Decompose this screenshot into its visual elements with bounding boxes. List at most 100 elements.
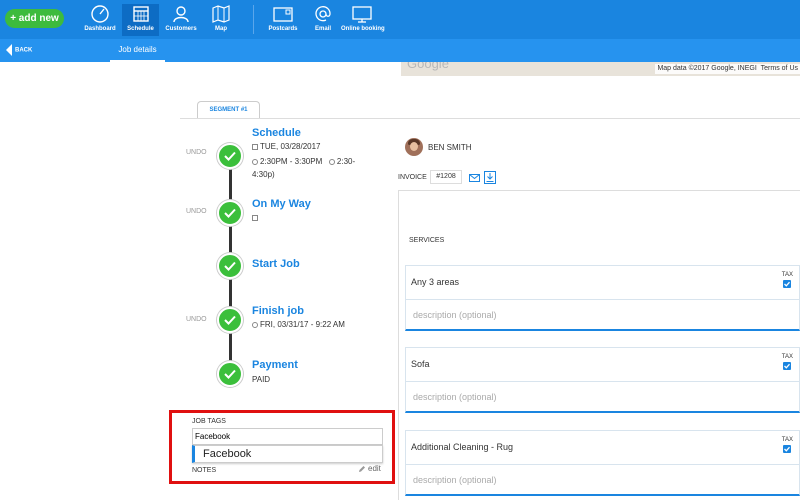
calendar-icon	[132, 6, 149, 22]
google-logo: Google	[407, 62, 449, 71]
technician-avatar	[405, 138, 423, 156]
back-button[interactable]: BACK	[6, 44, 32, 58]
check-icon	[784, 446, 791, 452]
monitor-icon	[352, 6, 372, 23]
tax-checkbox[interactable]	[783, 280, 792, 288]
step-complete-start-job[interactable]	[217, 253, 243, 279]
at-icon	[315, 6, 331, 22]
service-item[interactable]: Additional Cleaning - Rug TAX descriptio…	[405, 430, 800, 496]
on-my-way-date	[252, 213, 260, 222]
nav-dashboard[interactable]: Dashboard	[84, 4, 116, 36]
check-icon	[224, 208, 236, 218]
tax-toggle[interactable]: TAX	[782, 437, 793, 453]
invoice-number: #1208	[430, 170, 462, 184]
invoice-label: INVOICE	[398, 174, 427, 181]
pencil-icon	[359, 465, 365, 472]
step-title-on-my-way[interactable]: On My Way	[252, 198, 311, 210]
tax-label: TAX	[781, 272, 793, 278]
step-complete-on-my-way[interactable]	[217, 200, 243, 226]
check-icon	[784, 363, 791, 369]
clock-icon	[252, 321, 258, 328]
clock-icon	[252, 158, 258, 165]
back-label: BACK	[15, 47, 33, 54]
arrival-window-icon	[328, 158, 335, 165]
service-name[interactable]: Any 3 areas	[411, 277, 459, 287]
step-title-schedule[interactable]: Schedule	[252, 127, 301, 139]
tax-toggle[interactable]: TAX	[782, 272, 793, 288]
service-item[interactable]: Sofa TAX description (optional)	[405, 347, 800, 413]
schedule-time-text: 2:30PM - 3:30PM	[260, 157, 323, 166]
nav-label: Email	[314, 26, 331, 32]
nav-email[interactable]: Email	[312, 4, 334, 36]
technician-name: BEN SMITH	[428, 143, 472, 152]
check-icon	[784, 281, 791, 287]
notes-edit-link[interactable]: edit	[358, 464, 381, 473]
arrival-window-continued: 4:30p)	[252, 170, 275, 179]
nav-customers[interactable]: Customers	[164, 4, 198, 36]
payment-status: PAID	[252, 375, 271, 384]
tax-checkbox[interactable]	[783, 362, 792, 370]
tab-segment-1[interactable]: SEGMENT #1	[197, 101, 260, 119]
nav-online-booking[interactable]: Online booking	[341, 4, 385, 36]
schedule-date-text: TUE, 03/28/2017	[260, 142, 321, 151]
calendar-small-icon	[252, 214, 258, 221]
schedule-date: TUE, 03/28/2017	[252, 142, 320, 151]
map-attribution: Map data ©2017 Google, INEGI Terms of Us	[655, 64, 800, 74]
add-new-button[interactable]: + add new	[5, 9, 64, 28]
download-pdf-icon[interactable]	[484, 171, 496, 184]
map-icon	[212, 5, 230, 23]
check-icon	[224, 315, 236, 325]
tax-toggle[interactable]: TAX	[782, 354, 793, 370]
speedometer-icon	[91, 5, 109, 23]
nav-label: Online booking	[341, 26, 385, 32]
tax-checkbox[interactable]	[783, 445, 792, 453]
service-description-input[interactable]: description (optional)	[406, 464, 799, 495]
undo-schedule-button[interactable]: UNDO	[186, 149, 207, 156]
check-icon	[224, 261, 236, 271]
map-data-text: Map data ©2017 Google, INEGI	[657, 65, 757, 72]
person-icon	[173, 6, 189, 23]
edit-label: edit	[368, 464, 381, 473]
step-complete-payment[interactable]	[217, 361, 243, 387]
nav-divider	[253, 5, 254, 34]
job-tags-input[interactable]	[192, 428, 383, 445]
nav-map[interactable]: Map	[208, 4, 234, 36]
step-complete-finish-job[interactable]	[217, 307, 243, 333]
back-arrow-icon	[6, 44, 12, 56]
nav-label: Map	[215, 26, 227, 32]
schedule-time: 2:30PM - 3:30PM 2:30-	[252, 157, 355, 166]
map-terms-link[interactable]: Terms of Us	[761, 65, 798, 72]
calendar-small-icon	[252, 143, 258, 150]
nav-label: Postcards	[268, 26, 298, 32]
undo-finish-job-button[interactable]: UNDO	[186, 316, 207, 323]
step-title-start-job[interactable]: Start Job	[252, 258, 300, 270]
tab-job-details[interactable]: Job details	[110, 39, 165, 62]
tax-label: TAX	[781, 437, 793, 443]
segment-divider	[180, 118, 800, 119]
job-tags-label: JOB TAGS	[192, 418, 226, 425]
nav-label: Dashboard	[84, 26, 116, 32]
mail-icon[interactable]	[469, 174, 480, 182]
service-description-input[interactable]: description (optional)	[406, 299, 799, 330]
postcard-icon	[273, 7, 293, 22]
check-icon	[224, 369, 236, 379]
service-description-input[interactable]: description (optional)	[406, 381, 799, 412]
step-title-finish-job[interactable]: Finish job	[252, 305, 304, 317]
finish-job-date: FRI, 03/31/17 - 9:22 AM	[252, 320, 345, 329]
arrival-window-text: 2:30-	[336, 157, 356, 166]
service-name[interactable]: Sofa	[411, 359, 430, 369]
tag-suggestion-item[interactable]: Facebook	[192, 445, 383, 463]
notes-label: NOTES	[192, 467, 217, 474]
undo-on-my-way-button[interactable]: UNDO	[186, 208, 207, 215]
nav-label: Schedule	[127, 26, 154, 32]
nav-schedule[interactable]: Schedule	[122, 4, 159, 36]
tax-label: TAX	[781, 354, 793, 360]
service-item[interactable]: Any 3 areas TAX description (optional)	[405, 265, 800, 331]
step-complete-schedule[interactable]	[217, 143, 243, 169]
avatar-face	[410, 142, 418, 151]
nav-postcards[interactable]: Postcards	[266, 4, 300, 36]
service-name[interactable]: Additional Cleaning - Rug	[411, 442, 513, 452]
services-label: SERVICES	[409, 237, 445, 244]
step-title-payment[interactable]: Payment	[252, 359, 298, 371]
map-view[interactable]: Google Map data ©2017 Google, INEGI Term…	[401, 62, 800, 76]
